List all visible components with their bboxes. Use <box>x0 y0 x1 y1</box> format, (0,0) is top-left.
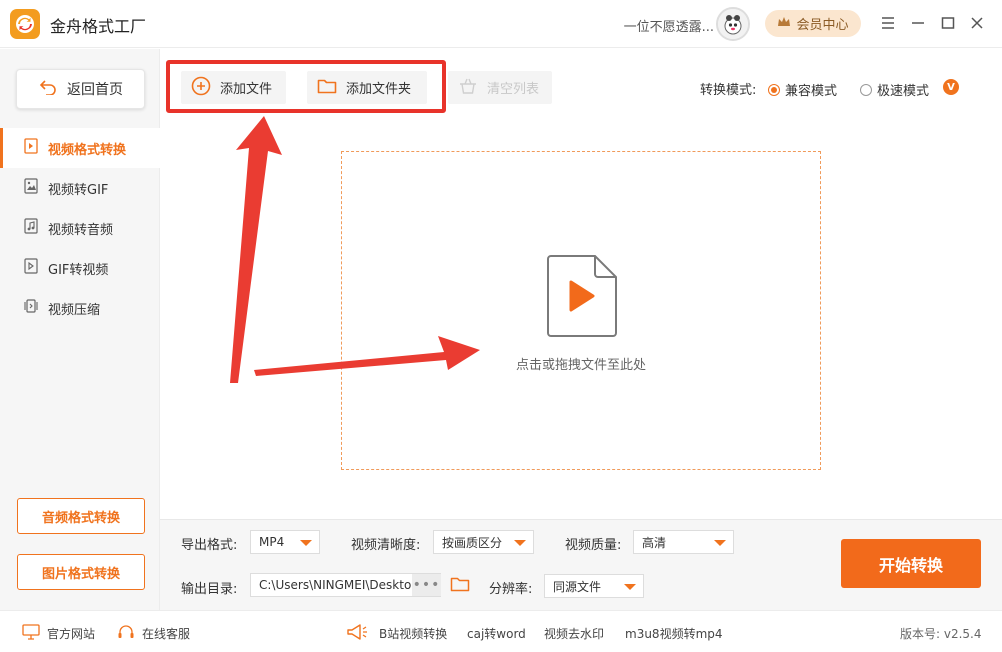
footer: 官方网站 在线客服 B站视频转换 caj转word 视频去水印 m3u8视频转m… <box>0 610 1002 652</box>
app-title: 金舟格式工厂 <box>50 17 147 36</box>
sidebar-item-label: 视频格式转换 <box>48 142 127 158</box>
maximize-icon[interactable] <box>937 12 959 34</box>
clear-list-button[interactable]: 清空列表 <box>448 71 552 104</box>
compress-icon <box>24 298 38 318</box>
back-arrow-icon <box>39 79 57 99</box>
radio-dot <box>860 83 872 96</box>
vip-badge-icon: V <box>943 79 959 95</box>
video-file-icon <box>24 138 38 158</box>
drop-hint-text: 点击或拖拽文件至此处 <box>515 358 646 373</box>
export-format-select[interactable]: MP4 <box>250 530 320 554</box>
radio-dot <box>768 83 780 96</box>
resolution-value: 同源文件 <box>553 579 602 594</box>
highlight-box <box>166 60 446 113</box>
app-logo-icon <box>10 9 40 39</box>
video-file-play-icon <box>546 255 618 341</box>
fast-mode-radio[interactable]: 极速模式 <box>860 80 929 99</box>
footer-link-bilibili[interactable]: B站视频转换 <box>379 625 447 642</box>
output-dir-value: C:\Users\NINGMEI\Desktop <box>259 578 419 592</box>
start-convert-button[interactable]: 开始转换 <box>841 539 981 588</box>
trash-basket-icon <box>458 77 478 99</box>
compatible-mode-radio[interactable]: 兼容模式 <box>768 80 837 99</box>
output-dir-label: 输出目录: <box>181 582 238 597</box>
back-home-label: 返回首页 <box>67 82 123 98</box>
open-folder-icon[interactable] <box>450 575 470 597</box>
clear-list-label: 清空列表 <box>487 82 540 97</box>
sidebar-item-video-format[interactable]: 视频格式转换 <box>0 128 160 168</box>
file-drop-zone[interactable]: 点击或拖拽文件至此处 <box>341 151 821 470</box>
chevron-down-icon <box>300 540 312 546</box>
back-home-button[interactable]: 返回首页 <box>16 69 145 109</box>
resolution-label: 分辨率: <box>489 582 533 597</box>
footer-link-watermark[interactable]: 视频去水印 <box>544 625 604 642</box>
megaphone-icon <box>346 623 368 645</box>
sidebar-item-gif-to-video[interactable]: GIF转视频 <box>0 248 160 288</box>
chevron-down-icon <box>624 584 636 590</box>
close-icon[interactable] <box>966 12 988 34</box>
sidebar: 返回首页 视频格式转换 视频转GIF 视频转音频 GIF转视频 视频压缩 音频格… <box>0 49 160 610</box>
menu-icon[interactable] <box>877 12 899 34</box>
image-icon <box>24 178 38 198</box>
clarity-label: 视频清晰度: <box>351 538 421 553</box>
vip-label: 会员中心 <box>796 18 849 33</box>
clarity-value: 按画质区分 <box>442 535 503 550</box>
radio-label: 极速模式 <box>877 84 930 99</box>
mode-label: 转换模式: <box>700 83 757 98</box>
chevron-down-icon <box>714 540 726 546</box>
chevron-down-icon <box>514 540 526 546</box>
resolution-select[interactable]: 同源文件 <box>544 574 644 598</box>
sidebar-item-label: 视频转音频 <box>48 222 114 238</box>
radio-label: 兼容模式 <box>785 84 838 99</box>
sidebar-item-label: GIF转视频 <box>48 262 109 278</box>
image-format-button[interactable]: 图片格式转换 <box>17 554 145 590</box>
annotation-arrow-up <box>230 116 282 383</box>
title-bar: 金舟格式工厂 一位不愿透露... 会员中心 <box>0 0 1002 48</box>
avatar[interactable] <box>716 7 750 41</box>
export-format-value: MP4 <box>259 535 285 549</box>
website-label: 官方网站 <box>47 627 96 641</box>
user-name[interactable]: 一位不愿透露... <box>624 16 714 35</box>
clarity-select[interactable]: 按画质区分 <box>433 530 534 554</box>
footer-link-m3u8[interactable]: m3u8视频转mp4 <box>625 625 723 642</box>
crown-icon <box>777 16 791 32</box>
sidebar-item-video-to-audio[interactable]: 视频转音频 <box>0 208 160 248</box>
vip-center-button[interactable]: 会员中心 <box>765 10 861 37</box>
quality-select[interactable]: 高清 <box>633 530 734 554</box>
version-text: 版本号: v2.5.4 <box>900 627 982 641</box>
monitor-icon <box>22 624 40 643</box>
minimize-icon[interactable] <box>907 12 929 34</box>
online-support-link[interactable]: 在线客服 <box>117 624 190 643</box>
audio-format-button[interactable]: 音频格式转换 <box>17 498 145 534</box>
export-format-label: 导出格式: <box>181 538 238 553</box>
headset-icon <box>117 624 135 643</box>
sidebar-item-video-compress[interactable]: 视频压缩 <box>0 288 160 328</box>
quality-label: 视频质量: <box>565 538 622 553</box>
footer-link-caj-word[interactable]: caj转word <box>467 625 526 642</box>
official-website-link[interactable]: 官方网站 <box>22 624 95 643</box>
quality-value: 高清 <box>642 535 667 550</box>
sidebar-item-label: 视频转GIF <box>48 182 109 198</box>
sidebar-item-label: 视频压缩 <box>48 302 101 318</box>
gif-video-icon <box>24 258 38 278</box>
browse-more-button[interactable]: ••• <box>412 574 441 596</box>
music-file-icon <box>24 218 38 238</box>
support-label: 在线客服 <box>142 627 191 641</box>
sidebar-item-video-to-gif[interactable]: 视频转GIF <box>0 168 160 208</box>
